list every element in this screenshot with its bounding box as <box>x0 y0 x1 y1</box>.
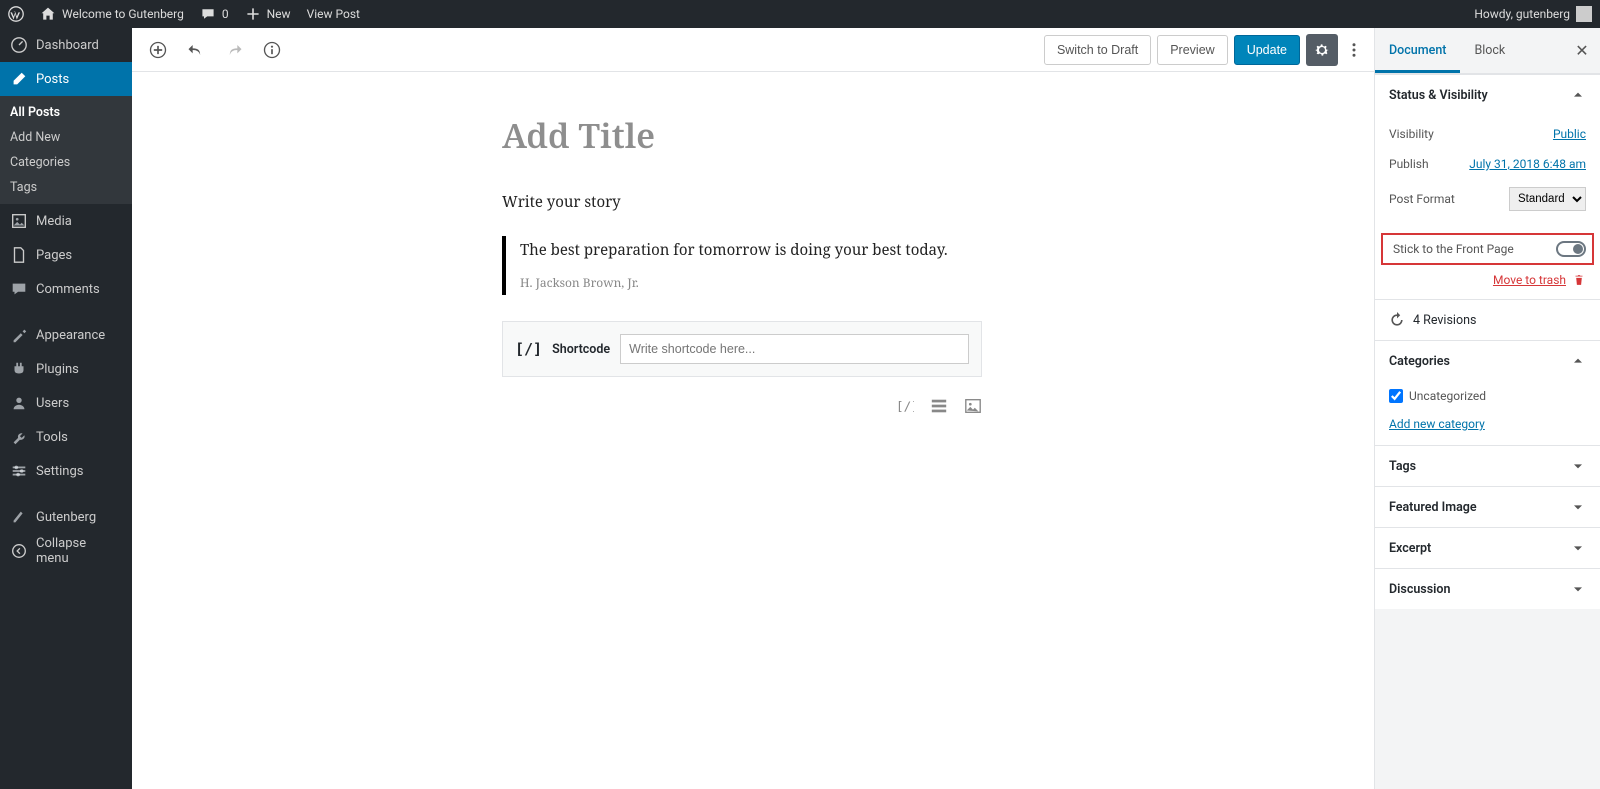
chevron-down-icon <box>1570 499 1586 515</box>
image-inserter-icon[interactable] <box>964 397 982 415</box>
sidebar-sub-all-posts[interactable]: All Posts <box>0 100 132 125</box>
sidebar-item-plugins[interactable]: Plugins <box>0 352 132 386</box>
sidebar-posts-submenu: All Posts Add New Categories Tags <box>0 96 132 204</box>
revisions-link[interactable]: 4 Revisions <box>1375 299 1600 340</box>
settings-sidebar: Document Block ✕ Status & Visibility Vis… <box>1374 28 1600 789</box>
move-to-trash-link[interactable]: Move to trash <box>1375 273 1600 299</box>
close-icon: ✕ <box>1575 41 1588 60</box>
quote-citation: H. Jackson Brown, Jr. <box>520 274 1142 291</box>
quote-block[interactable]: The best preparation for tomorrow is doi… <box>502 236 1142 295</box>
history-icon <box>1389 312 1405 328</box>
new-link[interactable]: New <box>245 6 291 22</box>
undo-button[interactable] <box>180 34 212 66</box>
chevron-up-icon <box>1570 87 1586 103</box>
sidebar-item-posts[interactable]: Posts <box>0 62 132 96</box>
stick-label: Stick to the Front Page <box>1393 242 1514 256</box>
avatar <box>1576 6 1592 22</box>
publish-date-link[interactable]: July 31, 2018 6:48 am <box>1469 157 1586 171</box>
gear-icon <box>1313 41 1331 59</box>
site-home-link[interactable]: Welcome to Gutenberg <box>40 6 184 22</box>
switch-to-draft-button[interactable]: Switch to Draft <box>1044 35 1151 65</box>
sidebar-item-settings[interactable]: Settings <box>0 454 132 488</box>
post-format-label: Post Format <box>1389 192 1455 206</box>
block-inserter-strip: [/] <box>502 397 982 415</box>
settings-toggle-button[interactable] <box>1306 34 1338 66</box>
editor-main: Switch to Draft Preview Update Add Title… <box>132 28 1374 789</box>
stick-front-page-row: Stick to the Front Page <box>1381 233 1594 265</box>
sidebar-item-users[interactable]: Users <box>0 386 132 420</box>
panel-featured-image: Featured Image <box>1375 486 1600 527</box>
sidebar-sub-add-new[interactable]: Add New <box>0 125 132 150</box>
list-inserter-icon[interactable] <box>930 397 948 415</box>
stick-toggle[interactable] <box>1556 241 1586 257</box>
category-uncategorized[interactable]: Uncategorized <box>1389 385 1586 407</box>
panel-toggle-excerpt[interactable]: Excerpt <box>1375 528 1600 568</box>
post-title-input[interactable]: Add Title <box>502 112 1142 158</box>
panel-discussion: Discussion <box>1375 568 1600 609</box>
more-vertical-icon <box>1345 41 1363 59</box>
close-sidebar-button[interactable]: ✕ <box>1564 41 1600 60</box>
tab-document[interactable]: Document <box>1375 28 1460 73</box>
tab-block[interactable]: Block <box>1460 28 1519 73</box>
site-name: Welcome to Gutenberg <box>62 7 184 21</box>
admin-sidebar: Dashboard Posts All Posts Add New Catego… <box>0 28 132 789</box>
view-post-link[interactable]: View Post <box>307 7 360 21</box>
shortcode-block[interactable]: [/] Shortcode <box>502 321 982 377</box>
more-options-button[interactable] <box>1344 34 1364 66</box>
editor-wrap: Switch to Draft Preview Update Add Title… <box>132 28 1600 789</box>
shortcode-label: Shortcode <box>552 342 610 357</box>
shortcode-icon: [/] <box>515 340 542 358</box>
panel-categories: Categories Uncategorized Add new categor… <box>1375 340 1600 445</box>
sidebar-item-tools[interactable]: Tools <box>0 420 132 454</box>
panel-toggle-tags[interactable]: Tags <box>1375 446 1600 486</box>
shortcode-inserter-icon[interactable]: [/] <box>896 397 914 415</box>
sidebar-item-dashboard[interactable]: Dashboard <box>0 28 132 62</box>
post-format-select[interactable]: Standard <box>1509 187 1586 211</box>
chevron-down-icon <box>1570 581 1586 597</box>
paragraph-block[interactable]: Write your story <box>502 192 1142 212</box>
chevron-down-icon <box>1570 540 1586 556</box>
howdy-user[interactable]: Howdy, gutenberg <box>1474 6 1592 22</box>
panel-toggle-discussion[interactable]: Discussion <box>1375 569 1600 609</box>
panel-tags: Tags <box>1375 445 1600 486</box>
panel-excerpt: Excerpt <box>1375 527 1600 568</box>
info-button[interactable] <box>256 34 288 66</box>
sidebar-item-media[interactable]: Media <box>0 204 132 238</box>
sidebar-item-pages[interactable]: Pages <box>0 238 132 272</box>
insert-block-button[interactable] <box>142 34 174 66</box>
editor-body: Add Title Write your story The best prep… <box>132 72 1374 455</box>
admin-toolbar: Welcome to Gutenberg 0 New View Post How… <box>0 0 1600 28</box>
panel-toggle-categories[interactable]: Categories <box>1375 341 1600 381</box>
comments-count: 0 <box>222 7 229 21</box>
editor-toolbar: Switch to Draft Preview Update <box>132 28 1374 72</box>
sidebar-item-collapse[interactable]: Collapse menu <box>0 534 132 568</box>
sidebar-tabs: Document Block ✕ <box>1375 28 1600 74</box>
wordpress-logo[interactable] <box>8 6 24 22</box>
sidebar-item-gutenberg[interactable]: Gutenberg <box>0 500 132 534</box>
sidebar-item-appearance[interactable]: Appearance <box>0 318 132 352</box>
category-checkbox[interactable] <box>1389 389 1403 403</box>
comments-link[interactable]: 0 <box>200 6 229 22</box>
shortcode-input[interactable] <box>620 334 969 364</box>
sidebar-item-comments[interactable]: Comments <box>0 272 132 306</box>
sidebar-sub-tags[interactable]: Tags <box>0 175 132 200</box>
visibility-value-link[interactable]: Public <box>1553 127 1586 141</box>
update-button[interactable]: Update <box>1234 35 1300 65</box>
visibility-label: Visibility <box>1389 127 1434 141</box>
preview-button[interactable]: Preview <box>1157 35 1227 65</box>
panel-toggle-status[interactable]: Status & Visibility <box>1375 75 1600 115</box>
panel-status-visibility: Status & Visibility Visibility Public Pu… <box>1375 74 1600 299</box>
chevron-down-icon <box>1570 458 1586 474</box>
redo-button[interactable] <box>218 34 250 66</box>
chevron-up-icon <box>1570 353 1586 369</box>
panel-toggle-featured-image[interactable]: Featured Image <box>1375 487 1600 527</box>
sidebar-sub-categories[interactable]: Categories <box>0 150 132 175</box>
svg-text:[/]: [/] <box>896 399 914 414</box>
quote-text: The best preparation for tomorrow is doi… <box>520 240 1142 260</box>
publish-label: Publish <box>1389 157 1429 171</box>
add-category-link[interactable]: Add new category <box>1389 407 1485 431</box>
trash-icon <box>1572 273 1586 287</box>
